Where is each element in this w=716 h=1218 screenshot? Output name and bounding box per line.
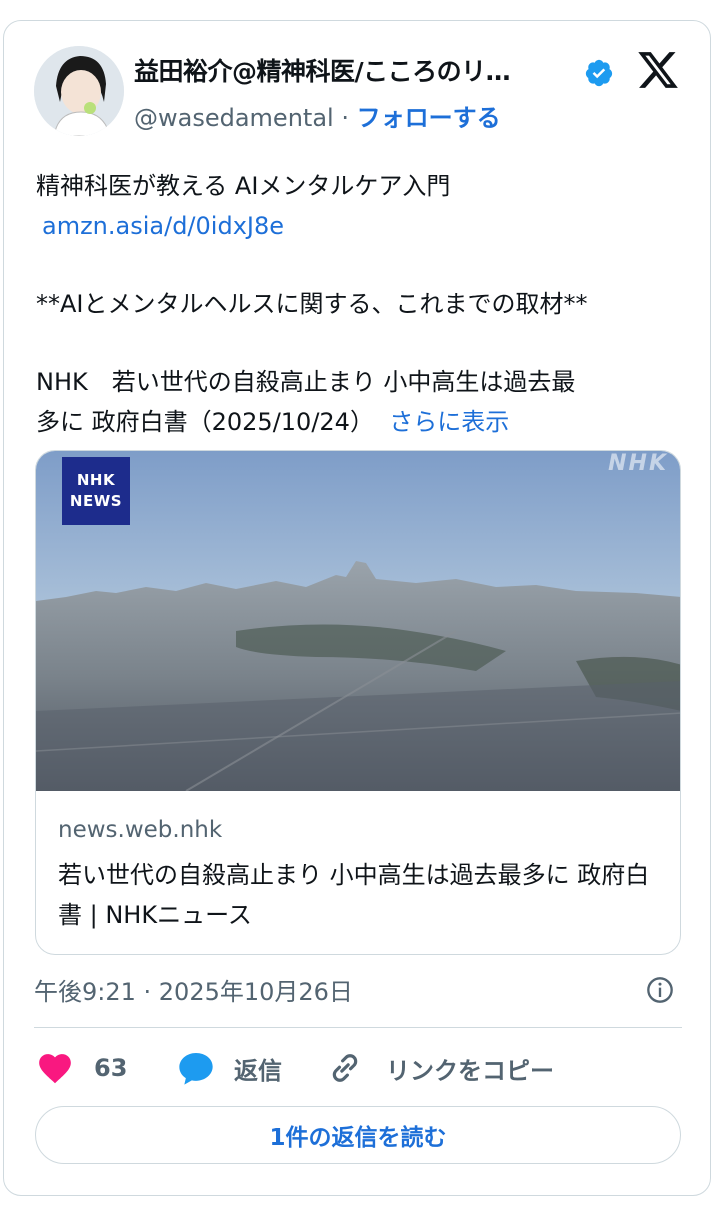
show-more-link[interactable]: さらに表示: [389, 408, 509, 436]
info-icon[interactable]: [646, 976, 674, 1004]
like-button[interactable]: 63: [36, 1046, 127, 1090]
nhk-news-logo: NHK NEWS: [62, 457, 130, 525]
heart-icon: [39, 1054, 71, 1084]
like-count: 63: [94, 1054, 128, 1082]
tweet-line-last: 多に 政府白書（2025/10/24） さらに表示: [36, 402, 676, 442]
divider: [34, 1027, 682, 1028]
link-icon: [332, 1054, 358, 1082]
x-logo-icon[interactable]: [636, 48, 680, 92]
follow-button[interactable]: フォローする: [357, 104, 501, 132]
tweet-link[interactable]: amzn.asia/d/0idxJ8e: [42, 206, 676, 246]
tweet-line: **AIとメンタルヘルスに関する、これまでの取材**: [36, 290, 588, 318]
read-replies-button[interactable]: 1件の返信を読む: [35, 1106, 681, 1164]
news-photo: [36, 451, 680, 791]
handle-line: @wasedamental · フォローする: [134, 98, 501, 133]
tweet-line: 精神科医が教える AIメンタルケア入門: [36, 172, 451, 200]
author-name[interactable]: 益田裕介@精神科医/こころのリ…: [134, 52, 511, 88]
reply-bubble-icon: [179, 1053, 213, 1085]
link-card-domain: news.web.nhk: [58, 817, 223, 843]
nhk-watermark: NHK: [608, 451, 668, 476]
copy-link-button[interactable]: リンクをコピー: [326, 1046, 554, 1090]
tweet-line-text: 多に 政府白書（2025/10/24）: [36, 408, 374, 436]
link-preview-card[interactable]: NHK NEWS NHK news.web.nhk 若い世代の自殺高止まり 小中…: [35, 450, 681, 955]
tweet-timestamp[interactable]: 午後9:21 · 2025年10月26日: [34, 972, 353, 1007]
verified-badge-icon: [585, 59, 613, 87]
nhk-badge-line1: NHK: [76, 471, 116, 489]
reply-label: 返信: [234, 1056, 282, 1085]
avatar[interactable]: [34, 46, 124, 136]
nhk-badge-line2: NEWS: [69, 492, 123, 510]
author-handle[interactable]: @wasedamental: [134, 104, 334, 132]
handle-separator: ·: [333, 104, 357, 132]
link-card-title: 若い世代の自殺高止まり 小中高生は過去最多に 政府白書 | NHKニュース: [58, 861, 650, 929]
reply-button[interactable]: 返信: [176, 1046, 282, 1090]
tweet-line: NHK 若い世代の自殺高止まり 小中高生は過去最: [36, 368, 576, 396]
tweet-text: 精神科医が教える AIメンタルケア入門 amzn.asia/d/0idxJ8e …: [36, 166, 676, 442]
copy-link-label: リンクをコピー: [386, 1056, 554, 1085]
